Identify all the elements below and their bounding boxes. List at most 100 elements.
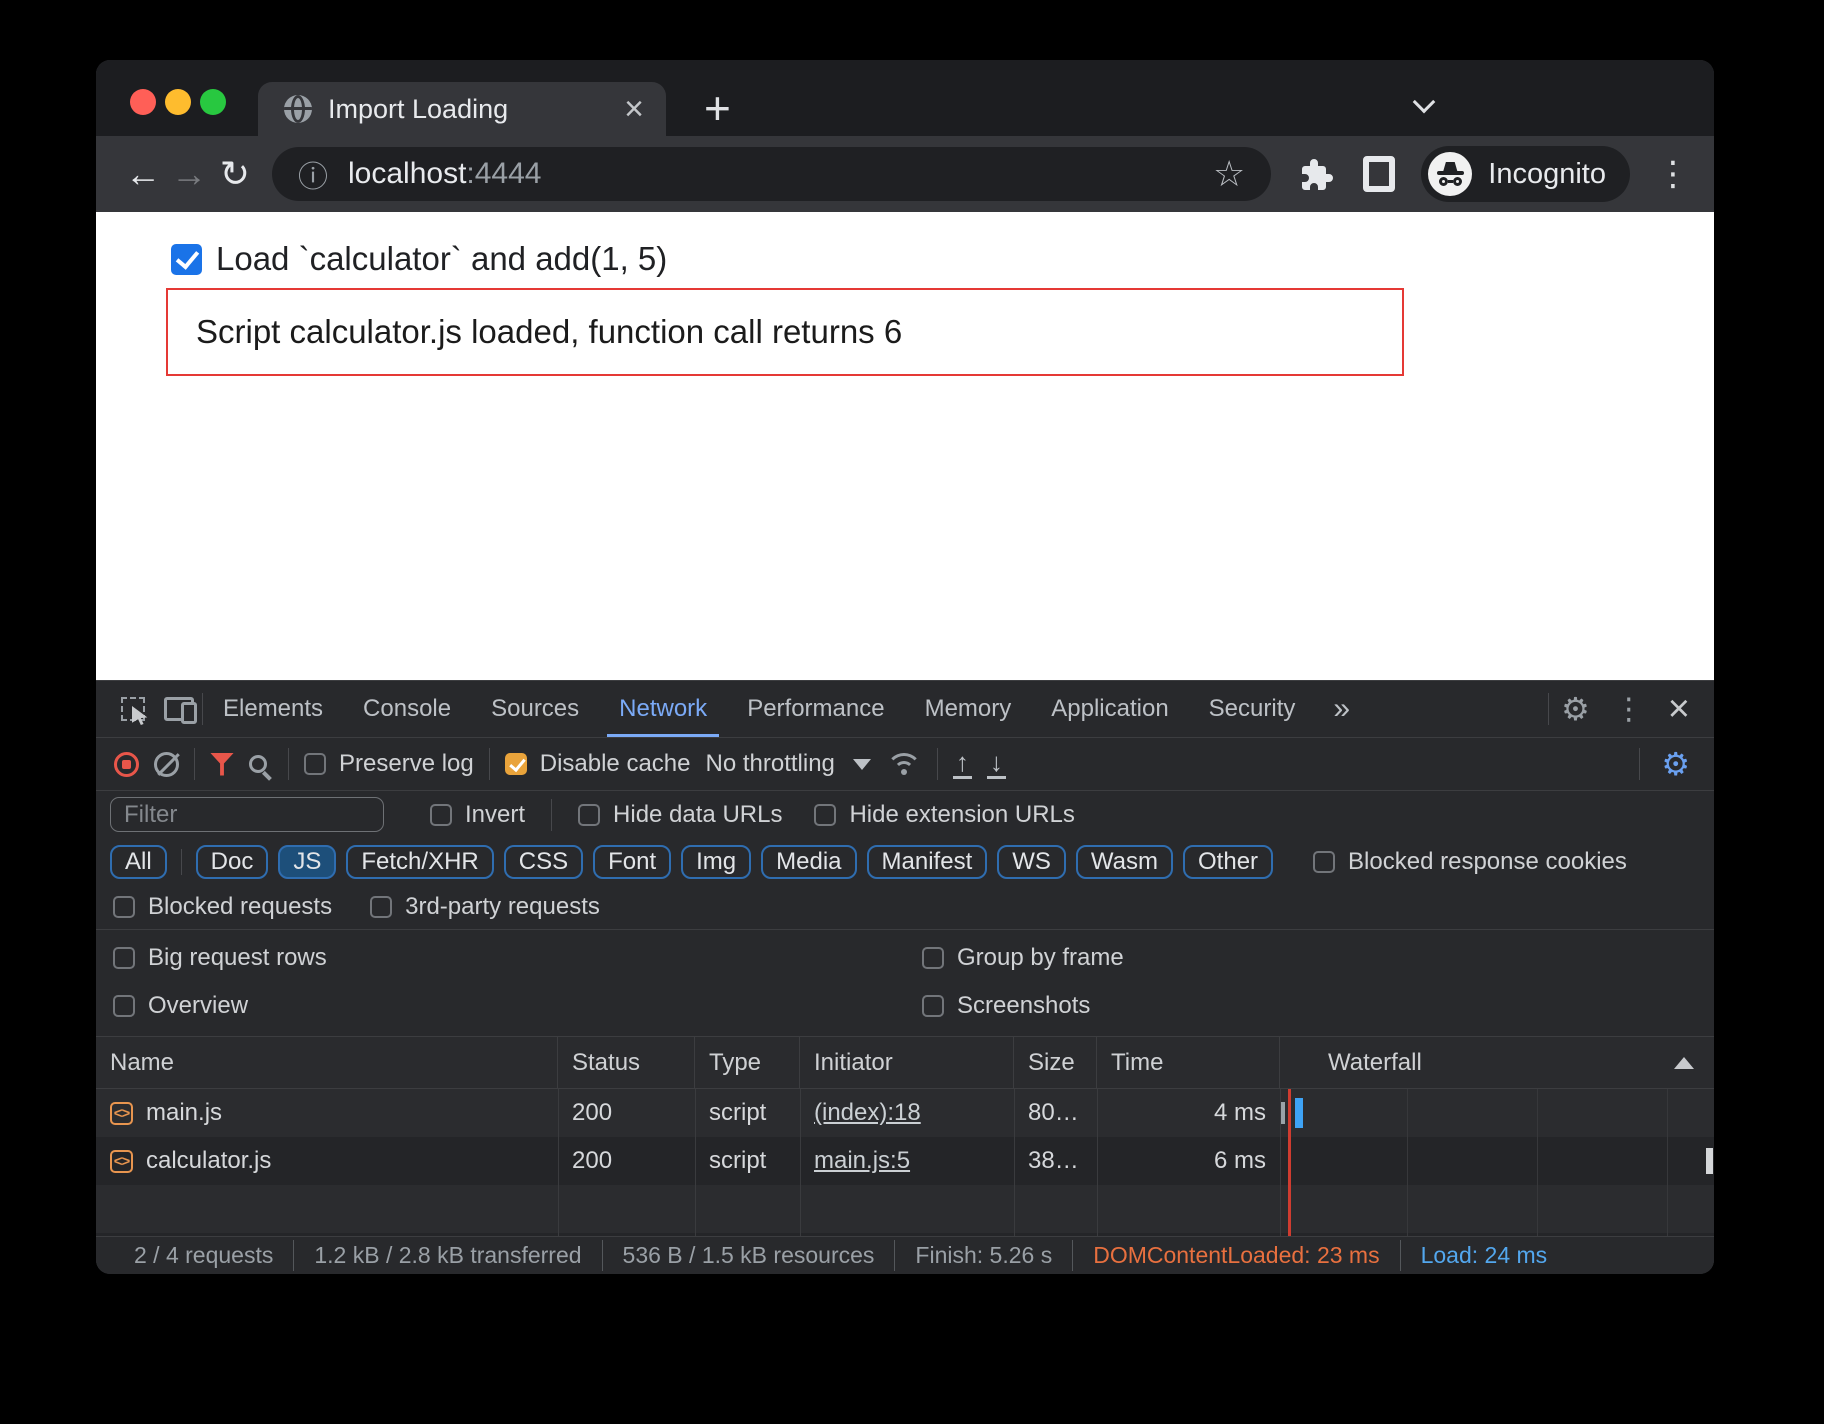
- request-status-cell: 200: [558, 1089, 695, 1137]
- filter-pill-img[interactable]: Img: [681, 845, 751, 879]
- initiator-link[interactable]: main.js:5: [814, 1147, 910, 1175]
- tab-network[interactable]: Network: [599, 681, 727, 737]
- devtools-tab-bar: Elements Console Sources Network Perform…: [96, 681, 1714, 738]
- preserve-log-checkbox-row[interactable]: Preserve log: [304, 750, 474, 778]
- column-header-type[interactable]: Type: [695, 1037, 800, 1088]
- minimize-window-button[interactable]: [165, 89, 191, 115]
- clear-network-log-icon[interactable]: [154, 752, 179, 777]
- browser-tab[interactable]: Import Loading ×: [258, 82, 666, 136]
- filter-pill-fetch-xhr[interactable]: Fetch/XHR: [346, 845, 493, 879]
- inspect-element-icon[interactable]: [110, 697, 156, 721]
- forward-button[interactable]: →: [166, 153, 212, 195]
- filter-pill-css[interactable]: CSS: [504, 845, 583, 879]
- hide-data-urls-checkbox[interactable]: [578, 804, 600, 826]
- filter-pill-doc[interactable]: Doc: [196, 845, 269, 879]
- close-devtools-icon[interactable]: ×: [1656, 688, 1696, 731]
- waterfall-bar-main-js: [1295, 1098, 1303, 1128]
- url-port: :4444: [466, 157, 541, 190]
- screenshots-checkbox-row[interactable]: Screenshots: [905, 992, 1714, 1020]
- disable-cache-checkbox-row[interactable]: Disable cache: [505, 750, 691, 778]
- tab-sources[interactable]: Sources: [471, 681, 599, 737]
- network-conditions-icon[interactable]: [886, 751, 922, 777]
- initiator-link[interactable]: (index):18: [814, 1099, 921, 1127]
- big-request-rows-checkbox-row[interactable]: Big request rows: [96, 944, 905, 972]
- network-settings-gear-icon[interactable]: ⚙: [1655, 745, 1696, 783]
- devtools-menu-icon[interactable]: ⋮: [1602, 692, 1656, 727]
- filter-pill-media[interactable]: Media: [761, 845, 856, 879]
- load-calculator-checkbox[interactable]: [171, 244, 202, 275]
- waterfall-bar-calculator-js: [1706, 1148, 1713, 1174]
- filter-pill-ws[interactable]: WS: [997, 845, 1066, 879]
- third-party-requests-checkbox-row[interactable]: 3rd-party requests: [370, 893, 600, 921]
- filter-funnel-icon[interactable]: [210, 753, 234, 776]
- blocked-requests-checkbox-row[interactable]: Blocked requests: [113, 893, 332, 921]
- record-network-log-icon[interactable]: [114, 752, 139, 777]
- site-info-icon[interactable]: ⓘ: [298, 152, 328, 196]
- extensions-puzzle-icon[interactable]: [1299, 156, 1335, 192]
- divider: [181, 849, 182, 875]
- close-window-button[interactable]: [130, 89, 156, 115]
- filter-pill-font[interactable]: Font: [593, 845, 671, 879]
- column-header-status[interactable]: Status: [558, 1037, 695, 1088]
- back-button[interactable]: ←: [120, 153, 166, 195]
- column-header-size[interactable]: Size: [1014, 1037, 1097, 1088]
- request-row-main-js[interactable]: <> main.js 200 script (index):18 80… 4 m…: [96, 1089, 1714, 1137]
- tab-strip: Import Loading × +: [96, 60, 1714, 136]
- request-row-calculator-js[interactable]: <> calculator.js 200 script main.js:5 38…: [96, 1137, 1714, 1185]
- column-header-time[interactable]: Time: [1097, 1037, 1280, 1088]
- third-party-requests-checkbox[interactable]: [370, 896, 392, 918]
- preserve-log-checkbox[interactable]: [304, 753, 326, 775]
- invert-checkbox-row[interactable]: Invert: [430, 801, 525, 829]
- tab-memory[interactable]: Memory: [905, 681, 1032, 737]
- tab-performance[interactable]: Performance: [727, 681, 904, 737]
- column-header-name[interactable]: Name: [96, 1037, 558, 1088]
- invert-checkbox[interactable]: [430, 804, 452, 826]
- filter-pill-wasm[interactable]: Wasm: [1076, 845, 1173, 879]
- resource-type-filters: All Doc JS Fetch/XHR CSS Font Img Media …: [96, 838, 1714, 885]
- group-by-frame-checkbox[interactable]: [922, 947, 944, 969]
- bookmark-star-icon[interactable]: ☆: [1213, 153, 1245, 195]
- side-panel-icon[interactable]: [1363, 156, 1395, 192]
- export-har-icon[interactable]: ↓: [987, 749, 1006, 779]
- big-request-rows-checkbox[interactable]: [113, 947, 135, 969]
- column-header-waterfall[interactable]: Waterfall: [1280, 1037, 1714, 1088]
- hide-extension-urls-checkbox[interactable]: [814, 804, 836, 826]
- overview-checkbox-row[interactable]: Overview: [96, 992, 905, 1020]
- request-name-cell[interactable]: <> main.js: [96, 1089, 558, 1137]
- screenshots-checkbox[interactable]: [922, 995, 944, 1017]
- filter-pill-all[interactable]: All: [110, 845, 167, 879]
- reload-button[interactable]: ↻: [212, 153, 258, 195]
- tab-elements[interactable]: Elements: [203, 681, 343, 737]
- load-calculator-checkbox-row[interactable]: Load `calculator` and add(1, 5): [171, 240, 667, 278]
- filter-pill-manifest[interactable]: Manifest: [867, 845, 988, 879]
- blocked-response-cookies-checkbox[interactable]: [1313, 851, 1335, 873]
- filter-pill-other[interactable]: Other: [1183, 845, 1273, 879]
- hide-extension-urls-checkbox-row[interactable]: Hide extension URLs: [814, 801, 1074, 829]
- incognito-label: Incognito: [1488, 158, 1606, 191]
- search-icon[interactable]: [249, 755, 267, 773]
- request-name-cell[interactable]: <> calculator.js: [96, 1137, 558, 1185]
- filter-pill-js[interactable]: JS: [278, 845, 336, 879]
- import-har-icon[interactable]: ↑: [953, 749, 972, 779]
- blocked-response-cookies-checkbox-row[interactable]: Blocked response cookies: [1313, 848, 1627, 876]
- column-header-initiator[interactable]: Initiator: [800, 1037, 1014, 1088]
- tab-application[interactable]: Application: [1031, 681, 1188, 737]
- throttling-dropdown[interactable]: No throttling: [705, 750, 870, 778]
- address-bar[interactable]: ⓘ localhost:4444 ☆: [272, 147, 1271, 201]
- devtools-settings-gear-icon[interactable]: ⚙: [1549, 690, 1602, 728]
- tab-console[interactable]: Console: [343, 681, 471, 737]
- browser-menu-icon[interactable]: ⋮: [1656, 154, 1690, 194]
- fullscreen-window-button[interactable]: [200, 89, 226, 115]
- group-by-frame-checkbox-row[interactable]: Group by frame: [905, 944, 1714, 972]
- hide-data-urls-checkbox-row[interactable]: Hide data URLs: [578, 801, 782, 829]
- disable-cache-checkbox[interactable]: [505, 753, 527, 775]
- device-toolbar-icon[interactable]: [156, 697, 202, 721]
- overview-checkbox[interactable]: [113, 995, 135, 1017]
- chevron-down-icon[interactable]: [1413, 91, 1436, 114]
- blocked-requests-checkbox[interactable]: [113, 896, 135, 918]
- filter-input[interactable]: [110, 797, 384, 832]
- close-tab-icon[interactable]: ×: [624, 94, 644, 124]
- tab-security[interactable]: Security: [1189, 681, 1316, 737]
- new-tab-button[interactable]: +: [704, 86, 731, 130]
- more-tabs-icon[interactable]: »: [1315, 692, 1368, 726]
